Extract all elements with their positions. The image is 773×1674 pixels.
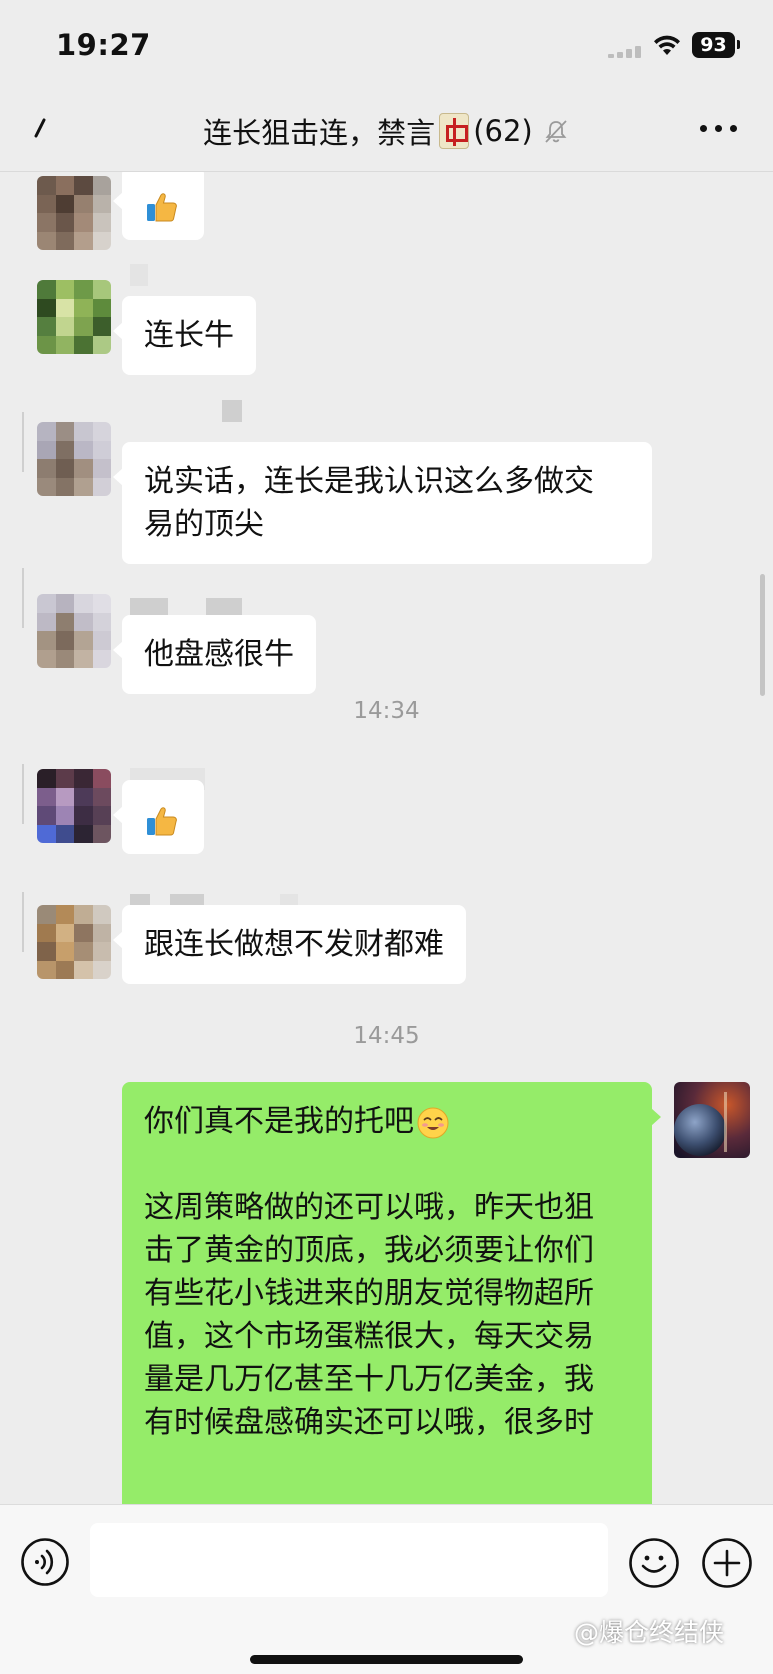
message-text-line: 易的顶尖: [144, 507, 264, 542]
message-text-line: 量是几万亿甚至十几万亿美金，我: [144, 1362, 594, 1397]
watermark: @爆仓终结侠: [574, 1618, 725, 1647]
voice-input-icon[interactable]: [20, 1537, 70, 1587]
input-bar: @爆仓终结侠: [0, 1504, 773, 1674]
message-text: 连长牛: [144, 318, 234, 353]
avatar[interactable]: [37, 280, 111, 354]
avatar[interactable]: [37, 905, 111, 979]
member-count: (62): [473, 114, 533, 148]
sender-name: [222, 400, 242, 422]
status-bar: 19:27 93: [0, 0, 773, 92]
cellular-signal-icon: [608, 46, 644, 58]
mahjong-tile-icon: [439, 113, 470, 149]
chat-title: 连长狙击连，禁言: [203, 116, 436, 150]
more-actions-plus-icon[interactable]: [701, 1537, 753, 1589]
avatar-edge: [22, 892, 24, 952]
message-bubble[interactable]: 说实话，连长是我认识这么多做交 易的顶尖: [113, 442, 652, 564]
message-bubble[interactable]: [113, 172, 204, 240]
message-text-line: 值，这个市场蛋糕很大，每天交易: [144, 1319, 594, 1354]
chat-message-list[interactable]: 连长牛 说实话，连长是我认识这么多做交 易的顶尖 他盘感很牛 14:34 跟连长…: [0, 172, 773, 1504]
message-bubble[interactable]: [113, 780, 204, 854]
wifi-icon: [654, 35, 680, 55]
message-text-line: 这周策略做的还可以哦，昨天也狙: [144, 1190, 594, 1225]
message-text: 跟连长做想不发财都难: [144, 927, 444, 962]
planet-avatar-image: [674, 1082, 750, 1158]
timestamp: 14:34: [353, 698, 420, 724]
avatar[interactable]: [37, 769, 111, 843]
self-message-bubble[interactable]: 你们真不是我的托吧 这周策略做的还可以哦，昨天也狙 击了黄金的顶底，我必须要让你…: [122, 1082, 661, 1504]
home-indicator[interactable]: [250, 1655, 523, 1664]
self-avatar[interactable]: [674, 1082, 750, 1158]
thumbs-up-icon: [147, 806, 177, 835]
emoji-picker-icon[interactable]: [628, 1537, 680, 1589]
avatar[interactable]: [37, 176, 111, 250]
thumbs-up-icon: [147, 192, 177, 221]
message-bubble[interactable]: 他盘感很牛: [113, 615, 316, 694]
scroll-indicator[interactable]: [760, 574, 765, 696]
more-options-icon[interactable]: [700, 122, 740, 136]
message-text-line: 说实话，连长是我认识这么多做交: [144, 464, 594, 499]
chat-header: 连长狙击连，禁言 (62): [0, 92, 773, 172]
message-input[interactable]: [90, 1523, 608, 1597]
message-text-line: 有些花小钱进来的朋友觉得物超所: [144, 1276, 594, 1311]
avatar-edge: [22, 412, 24, 472]
avatar[interactable]: [37, 422, 111, 496]
timestamp: 14:45: [353, 1023, 420, 1049]
message-text: 他盘感很牛: [144, 637, 294, 672]
message-text-line: 你们真不是我的托吧: [144, 1100, 630, 1143]
avatar-edge: [22, 764, 24, 824]
status-time: 19:27: [56, 28, 151, 62]
avatar[interactable]: [37, 594, 111, 668]
grinning-emoji: [417, 1107, 449, 1138]
avatar-edge: [22, 568, 24, 628]
battery-indicator: 93: [692, 32, 740, 58]
message-text: 你们真不是我的托吧: [144, 1104, 414, 1139]
message-bubble[interactable]: 跟连长做想不发财都难: [113, 905, 466, 984]
message-text-line: 击了黄金的顶底，我必须要让你们: [144, 1233, 594, 1268]
message-text-line: 有时候盘感确实还可以哦，很多时: [144, 1405, 594, 1440]
sender-name: [130, 264, 148, 286]
chat-title-group[interactable]: 连长狙击连，禁言 (62): [0, 110, 773, 152]
message-bubble[interactable]: 连长牛: [113, 296, 256, 375]
muted-bell-icon: [545, 120, 567, 143]
